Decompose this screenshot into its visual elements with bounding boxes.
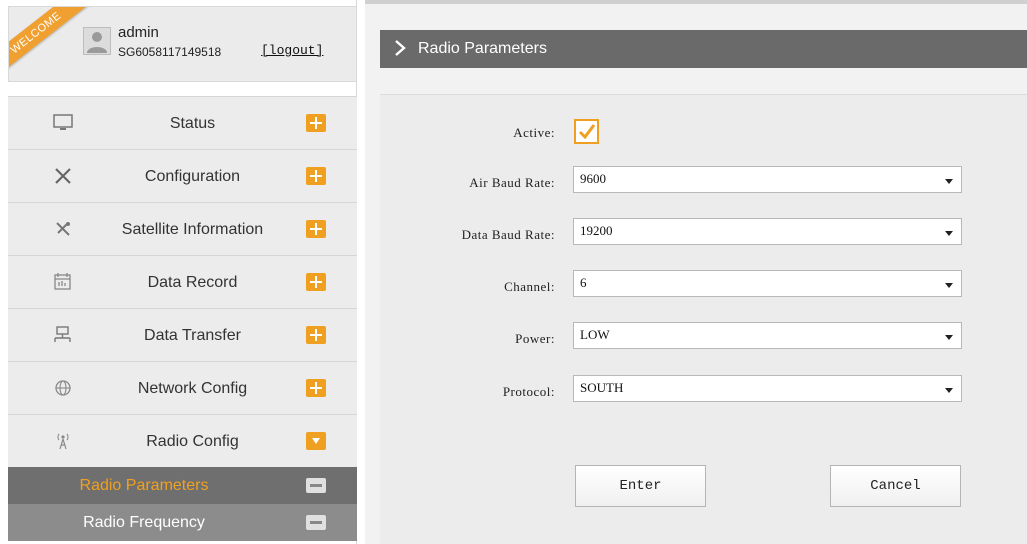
power-label: Power: — [515, 331, 555, 346]
sidebar-item-label: Data Record — [147, 274, 238, 291]
cancel-button[interactable]: Cancel — [830, 465, 961, 507]
page-title-bar: Radio Parameters — [380, 30, 1027, 68]
dropdown-arrow-icon — [945, 335, 953, 340]
sidebar-item-label: Satellite Information — [121, 221, 264, 238]
power-select[interactable]: LOW — [573, 322, 962, 349]
channel-select[interactable]: 6 — [573, 270, 962, 297]
monitor-icon — [52, 113, 74, 133]
active-label: Active: — [513, 125, 555, 140]
sidebar-item-label: Radio Config — [146, 433, 239, 450]
sidebar-subitem-label: Radio Parameters — [79, 477, 209, 494]
expand-icon[interactable] — [306, 379, 326, 397]
globe-icon — [52, 378, 74, 398]
user-name: admin — [118, 24, 159, 41]
page-title: Radio Parameters — [418, 40, 547, 57]
data-baud-rate-select[interactable]: 19200 — [573, 218, 962, 245]
expand-icon[interactable] — [306, 273, 326, 291]
sidebar-item-radio-config[interactable]: Radio Config — [8, 414, 357, 467]
expand-icon[interactable] — [306, 220, 326, 238]
logout-link[interactable]: [logout] — [261, 43, 323, 58]
protocol-select[interactable]: SOUTH — [573, 375, 962, 402]
welcome-ribbon: WELCOME — [9, 7, 89, 78]
active-checkbox[interactable] — [574, 119, 599, 144]
radio-parameters-form: Active: Air Baud Rate: 9600 Data Baud Ra… — [380, 94, 1027, 544]
radio-icon — [52, 431, 74, 451]
calendar-icon — [52, 272, 74, 292]
dropdown-arrow-icon — [945, 388, 953, 393]
sidebar-item-data-transfer[interactable]: Data Transfer — [8, 308, 357, 361]
expand-icon[interactable] — [306, 326, 326, 344]
data-baud-rate-label: Data Baud Rate: — [461, 227, 555, 242]
checkmark-icon — [578, 124, 596, 140]
sidebar-item-status[interactable]: Status — [8, 96, 357, 149]
sidebar-subitem-label: Radio Frequency — [83, 514, 205, 531]
sidebar-item-label: Data Transfer — [144, 327, 241, 344]
chevron-right-icon — [395, 40, 406, 56]
minus-icon — [306, 478, 326, 493]
collapse-icon[interactable] — [306, 432, 326, 450]
sidebar-item-network-config[interactable]: Network Config — [8, 361, 357, 414]
select-value: SOUTH — [580, 380, 624, 395]
tools-icon — [52, 166, 74, 186]
select-value: 19200 — [580, 223, 613, 238]
sidebar-item-satellite-information[interactable]: Satellite Information — [8, 202, 357, 255]
user-icon — [87, 32, 107, 53]
sidebar-item-configuration[interactable]: Configuration — [8, 149, 357, 202]
expand-icon[interactable] — [306, 114, 326, 132]
select-value: LOW — [580, 327, 610, 342]
device-serial: SG6058117149518 — [118, 45, 222, 59]
sidebar-menu: Status Configuration Satellite Informati… — [8, 96, 357, 541]
air-baud-rate-label: Air Baud Rate: — [469, 175, 555, 190]
select-value: 9600 — [580, 171, 606, 186]
user-panel: WELCOME admin SG6058117149518 [logout] — [8, 6, 357, 82]
air-baud-rate-select[interactable]: 9600 — [573, 166, 962, 193]
sidebar: WELCOME admin SG6058117149518 [logout] S… — [0, 0, 357, 544]
sidebar-item-label: Status — [169, 115, 216, 132]
dropdown-arrow-icon — [945, 283, 953, 288]
sidebar-subitem-radio-parameters[interactable]: Radio Parameters — [8, 467, 357, 504]
avatar — [83, 27, 111, 55]
main-panel: Radio Parameters Active: Air Baud Rate: … — [365, 0, 1027, 544]
dropdown-arrow-icon — [945, 231, 953, 236]
network-icon — [52, 325, 74, 345]
expand-icon[interactable] — [306, 167, 326, 185]
sidebar-subitem-radio-frequency[interactable]: Radio Frequency — [8, 504, 357, 541]
channel-label: Channel: — [504, 279, 555, 294]
minus-icon — [306, 515, 326, 530]
select-value: 6 — [580, 275, 587, 290]
dropdown-arrow-icon — [945, 179, 953, 184]
enter-button[interactable]: Enter — [575, 465, 706, 507]
satellite-icon — [52, 219, 74, 239]
sidebar-item-data-record[interactable]: Data Record — [8, 255, 357, 308]
sidebar-item-label: Network Config — [137, 380, 248, 397]
sidebar-item-label: Configuration — [144, 168, 241, 185]
protocol-label: Protocol: — [502, 384, 555, 399]
